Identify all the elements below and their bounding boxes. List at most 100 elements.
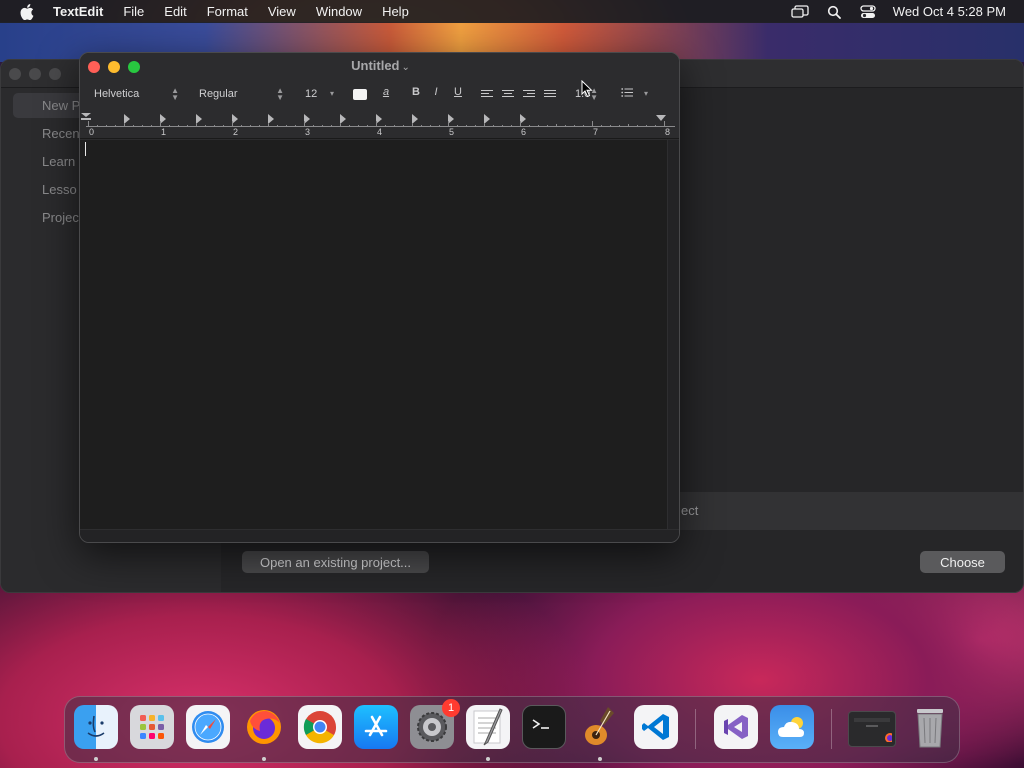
ruler-subtick (610, 125, 611, 127)
sidebar-item-projects[interactable]: Projec (42, 210, 79, 225)
highlight-color-button[interactable]: a (379, 86, 393, 98)
align-left-icon[interactable] (481, 90, 493, 99)
bg-close-button[interactable] (9, 68, 21, 80)
menu-view[interactable]: View (268, 4, 296, 19)
bg-zoom-button[interactable] (49, 68, 61, 80)
window-title[interactable]: Untitled ⌄ (80, 58, 679, 73)
ruler-subtick (412, 124, 413, 127)
ruler-number: 7 (593, 127, 599, 137)
ruler-subtick (169, 125, 170, 127)
trash-icon[interactable] (908, 705, 952, 749)
font-size-select[interactable]: 12 ▾ (299, 84, 339, 104)
menu-edit[interactable]: Edit (164, 4, 186, 19)
tab-stop-marker[interactable] (484, 114, 490, 124)
horizontal-scrollbar[interactable] (80, 529, 679, 542)
terminal-icon[interactable] (522, 705, 566, 749)
left-indent-marker-icon[interactable] (81, 113, 91, 121)
ruler-subtick (97, 125, 98, 127)
ruler-subtick (556, 124, 557, 127)
tab-stop-marker[interactable] (340, 114, 346, 124)
sidebar-item-learn[interactable]: Learn (42, 154, 75, 169)
ruler-tick (232, 121, 233, 127)
ruler-tick (160, 121, 161, 127)
underline-button[interactable]: U (451, 86, 465, 98)
ruler-subtick (241, 125, 242, 127)
tab-stop-marker[interactable] (124, 114, 130, 124)
ruler-subtick (205, 125, 206, 127)
control-center-icon[interactable] (859, 4, 877, 20)
window-title-text: Untitled (351, 58, 400, 73)
finder-icon[interactable] (74, 705, 118, 749)
menu-window[interactable]: Window (316, 4, 362, 19)
menu-file[interactable]: File (123, 4, 144, 19)
font-family-value: Helvetica (94, 88, 140, 100)
document-text-area[interactable] (80, 140, 667, 529)
menu-help[interactable]: Help (382, 4, 409, 19)
font-family-select[interactable]: Helvetica ▲ ▼ (88, 84, 184, 104)
bold-button[interactable]: B (409, 86, 423, 98)
ruler-subtick (115, 125, 116, 127)
notification-badge: 1 (442, 699, 460, 717)
tab-stop-marker[interactable] (268, 114, 274, 124)
ruler-subtick (421, 125, 422, 127)
menu-app-name[interactable]: TextEdit (53, 4, 103, 19)
firefox-icon[interactable] (242, 705, 286, 749)
minimized-window-thumbnail[interactable] (848, 711, 896, 747)
sidebar-item-lessons[interactable]: Lesso (42, 182, 77, 197)
tab-stop-marker[interactable] (412, 114, 418, 124)
dock-separator (695, 709, 696, 749)
ruler-subtick (367, 125, 368, 127)
menubar-clock[interactable]: Wed Oct 4 5:28 PM (893, 4, 1006, 19)
ruler-number: 1 (161, 127, 167, 137)
safari-icon[interactable] (186, 705, 230, 749)
sidebar-item-new[interactable]: New P (42, 98, 80, 113)
ruler-subtick (457, 125, 458, 127)
italic-button[interactable]: I (429, 86, 443, 98)
ruler-subtick (565, 125, 566, 127)
ruler-subtick (601, 125, 602, 127)
launchpad-icon[interactable] (130, 705, 174, 749)
align-right-icon[interactable] (523, 90, 535, 99)
apple-menu-icon[interactable] (19, 3, 35, 20)
bulleted-list-icon (621, 88, 634, 100)
screen-mirroring-icon[interactable] (791, 4, 809, 20)
sidebar-item-recent[interactable]: Recen (42, 126, 80, 141)
ruler-subtick (214, 125, 215, 127)
font-style-select[interactable]: Regular ▲ ▼ (193, 84, 289, 104)
chrome-icon[interactable] (298, 705, 342, 749)
tab-stop-marker[interactable] (196, 114, 202, 124)
ruler-subtick (547, 125, 548, 127)
choose-button[interactable]: Choose (920, 551, 1005, 573)
vertical-scrollbar[interactable] (667, 140, 679, 529)
list-style-select[interactable]: ▾ (615, 84, 653, 104)
textedit-icon[interactable] (466, 705, 510, 749)
ruler-number: 4 (377, 127, 383, 137)
open-existing-project-button[interactable]: Open an existing project... (242, 551, 429, 573)
ruler-subtick (286, 125, 287, 127)
ruler-number: 6 (521, 127, 527, 137)
system-settings-icon[interactable]: 1 (410, 699, 460, 749)
align-center-icon[interactable] (502, 90, 514, 99)
garageband-icon[interactable] (578, 705, 622, 749)
textedit-window: Untitled ⌄ Helvetica ▲ ▼ Regular ▲ ▼ 12 ▾ a… (79, 52, 680, 543)
textedit-running-dot (486, 757, 490, 761)
vscode-icon[interactable] (634, 705, 678, 749)
visual-studio-icon[interactable] (714, 705, 758, 749)
text-color-swatch[interactable] (353, 89, 367, 100)
app-store-icon[interactable] (354, 705, 398, 749)
right-indent-marker-icon[interactable] (656, 115, 666, 121)
ruler-subtick (178, 125, 179, 127)
align-justify-icon[interactable] (544, 90, 556, 99)
menu-format[interactable]: Format (207, 4, 248, 19)
ruler-number: 3 (305, 127, 311, 137)
ruler-number: 2 (233, 127, 239, 137)
ruler[interactable]: 0 1 2 3 4 5 6 7 8 (80, 111, 679, 139)
ruler-number: 8 (665, 127, 671, 137)
bg-minimize-button[interactable] (29, 68, 41, 80)
weather-icon[interactable] (770, 705, 814, 749)
ruler-tick (376, 121, 377, 127)
ruler-subtick (493, 125, 494, 127)
dock-separator (831, 709, 832, 749)
mouse-pointer-icon (581, 79, 593, 103)
spotlight-search-icon[interactable] (825, 4, 843, 20)
